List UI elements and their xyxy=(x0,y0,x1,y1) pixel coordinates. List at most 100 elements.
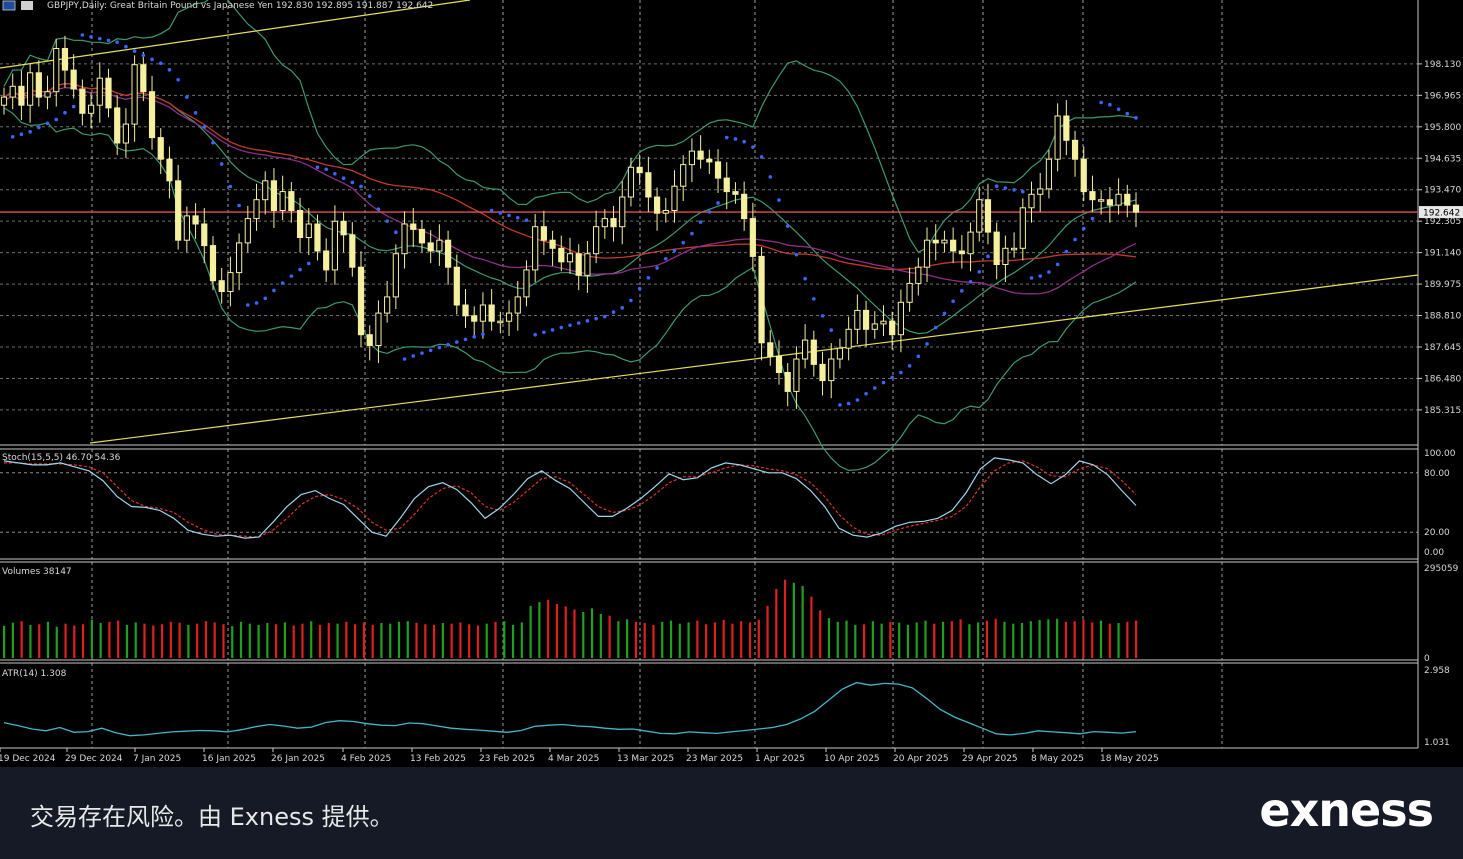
volume-bar xyxy=(862,624,866,658)
volume-bar xyxy=(898,622,901,658)
sar-dot xyxy=(803,276,807,281)
current-price-label: 192.642 xyxy=(1423,209,1460,219)
sar-dot xyxy=(515,216,520,220)
sar-dot xyxy=(794,252,799,257)
sar-dot xyxy=(306,261,311,266)
volume-bar xyxy=(854,624,857,658)
sar-dot xyxy=(951,299,955,304)
sar-dot xyxy=(150,57,154,62)
volume-bar xyxy=(222,624,225,658)
volume-bar xyxy=(626,619,629,658)
volume-bar xyxy=(810,596,813,658)
sar-dot xyxy=(1073,237,1077,242)
chart-header: GBPJPY,Daily: Great Britain Pound vs Jap… xyxy=(2,0,433,11)
sar-dot xyxy=(167,68,172,72)
sar-dot xyxy=(637,286,642,291)
sar-dot xyxy=(777,198,781,202)
volume-label: Volumes 38147 xyxy=(2,567,72,577)
volume-bar xyxy=(108,621,111,658)
volume-bar xyxy=(538,602,541,658)
volume-bar xyxy=(494,621,497,658)
sar-dot xyxy=(1116,107,1121,112)
volume-bar xyxy=(959,619,962,658)
volume-bar xyxy=(90,619,93,658)
sar-dot xyxy=(10,134,15,139)
volume-bar xyxy=(669,620,673,658)
sar-dot xyxy=(1064,249,1069,254)
sar-dot xyxy=(1125,111,1130,116)
sar-dot xyxy=(533,332,537,337)
sar-dot xyxy=(907,364,912,368)
volume-bar xyxy=(327,623,330,658)
stoch-tick-label: 20.00 xyxy=(1424,528,1450,538)
sar-dot xyxy=(768,175,773,179)
volume-bar xyxy=(941,621,945,658)
date-tick-label: 26 Jan 2025 xyxy=(271,754,325,764)
stoch-tick-label: 80.00 xyxy=(1424,469,1450,479)
chart-pin-icon[interactable] xyxy=(21,1,33,10)
sar-dot xyxy=(472,335,477,339)
price-tick-label: 191.140 xyxy=(1424,249,1461,259)
chart-menu-icon[interactable] xyxy=(2,0,16,11)
sar-dot xyxy=(63,110,67,115)
volume-bar xyxy=(977,622,980,658)
sar-dot xyxy=(1055,262,1060,267)
volume-bar xyxy=(705,624,708,658)
volume-bar xyxy=(1126,621,1129,658)
volume-bar xyxy=(1117,623,1120,658)
sar-dot xyxy=(28,129,32,134)
sar-dot xyxy=(211,140,215,145)
volume-bar xyxy=(196,623,199,658)
volume-bar xyxy=(231,626,234,658)
sar-dot xyxy=(742,139,746,144)
volume-bar xyxy=(178,622,181,658)
volume-bar xyxy=(880,623,883,658)
sar-dot xyxy=(498,211,503,215)
chart-canvas[interactable]: 198.130 196.965 195.800 194.635 193.470 192.3… xyxy=(0,0,1463,767)
date-tick-label: 1 Apr 2025 xyxy=(755,754,805,764)
volume-bar xyxy=(38,624,41,658)
price-tick-label: 198.130 xyxy=(1424,60,1461,70)
volume-bar xyxy=(1012,623,1015,658)
sar-dot xyxy=(45,121,50,126)
exness-logo[interactable]: exness xyxy=(1259,783,1434,837)
price-tick-label: 187.645 xyxy=(1424,343,1461,353)
sar-dot xyxy=(820,314,825,318)
sar-dot xyxy=(54,117,59,122)
volume-bar xyxy=(678,623,681,658)
date-tick-label: 8 May 2025 xyxy=(1031,754,1084,764)
volume-bar xyxy=(511,624,515,658)
sar-dot xyxy=(812,297,816,301)
volume-bar xyxy=(380,623,383,658)
sar-dot xyxy=(176,77,180,82)
volume-tick-label: 0 xyxy=(1424,654,1430,664)
volume-bar xyxy=(415,622,418,658)
sar-dot xyxy=(237,203,241,208)
volume-bar xyxy=(661,621,664,658)
volume-bar xyxy=(204,621,208,658)
volume-bar xyxy=(81,624,85,658)
volume-bar xyxy=(46,621,50,658)
date-tick-label: 23 Feb 2025 xyxy=(479,754,535,764)
date-tick-label: 19 Dec 2024 xyxy=(0,754,56,764)
volume-bar xyxy=(547,599,550,658)
volume-bar xyxy=(257,624,260,658)
volume-bar xyxy=(555,604,559,658)
volume-bar xyxy=(345,621,348,658)
price-tick-label: 188.810 xyxy=(1424,312,1461,322)
volume-bar xyxy=(248,623,251,658)
sar-dot xyxy=(324,167,328,172)
volume-bar xyxy=(160,624,164,658)
volume-bar xyxy=(617,621,620,658)
price-tick-label: 193.470 xyxy=(1424,186,1461,196)
volume-bar xyxy=(266,623,269,658)
volume-bar xyxy=(476,625,480,658)
sar-dot xyxy=(707,210,712,214)
sar-dot xyxy=(263,296,268,301)
volume-bar xyxy=(1003,621,1006,658)
volume-tick-label: 295059 xyxy=(1424,564,1459,574)
volume-bar xyxy=(73,625,76,658)
volume-bar xyxy=(336,623,339,658)
volume-bar xyxy=(766,605,769,658)
sar-dot xyxy=(698,220,703,224)
